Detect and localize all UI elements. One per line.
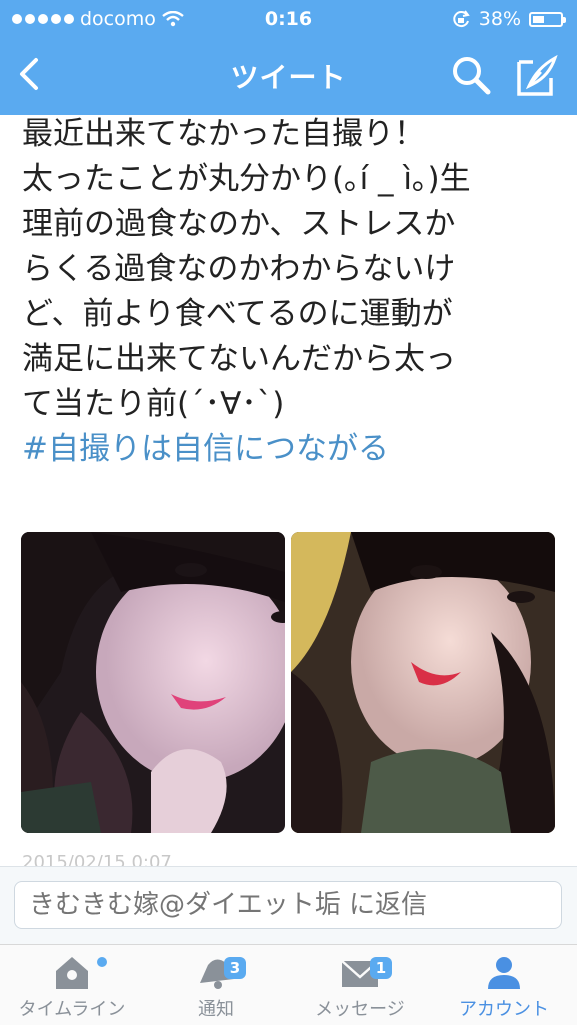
reply-bar (0, 866, 577, 945)
search-icon[interactable] (450, 54, 492, 96)
tweet-line: ど、前より食べてるのに運動が (22, 296, 453, 332)
compose-icon[interactable] (515, 54, 559, 98)
battery-percent: 38% (478, 8, 521, 30)
message-badge: 1 (370, 957, 392, 979)
header: docomo 0:16 38% ツイート (0, 0, 577, 115)
hashtag-link[interactable]: #自撮りは自信につながる (22, 427, 557, 472)
tab-messages[interactable]: 1 メッセージ (288, 945, 432, 1025)
tweet-line: 太ったことが丸分かり(｡í _ ì｡)生 (22, 161, 471, 197)
tab-notifications[interactable]: 3 通知 (144, 945, 288, 1025)
tab-label: タイムライン (18, 999, 126, 1020)
tweet-line: て当たり前(´･∀･`) (22, 386, 285, 422)
tweet-timestamp: 2015/02/15 0:07 (22, 852, 172, 866)
tab-timeline[interactable]: タイムライン (0, 945, 144, 1025)
timeline-new-dot (97, 957, 107, 967)
tweet-photo-1[interactable] (21, 532, 285, 833)
tweet-body: 最近出来てなかった自撮り！ 太ったことが丸分かり(｡í _ ì｡)生 理前の過食… (22, 112, 557, 472)
tweet-line: 最近出来てなかった自撮り！ (22, 116, 425, 152)
tab-label: メッセージ (315, 999, 405, 1020)
tweet-line: らくる過食なのかわからないけ (22, 251, 456, 287)
notification-badge: 3 (224, 957, 246, 979)
person-icon (488, 957, 520, 989)
home-icon (56, 957, 88, 989)
tweet-line: 満足に出来てないんだから太っ (22, 341, 456, 377)
tab-label: 通知 (198, 999, 234, 1020)
status-bar: docomo 0:16 38% (0, 0, 577, 38)
rotation-lock-icon (453, 10, 470, 28)
reply-input[interactable] (14, 881, 562, 929)
tab-bar: タイムライン 3 通知 1 メッセージ アカウント (0, 944, 577, 1025)
tab-account[interactable]: アカウント (432, 945, 576, 1025)
nav-bar: ツイート (0, 40, 577, 112)
tweet-line: 理前の過食なのか、ストレスか (22, 206, 456, 242)
tweet-photo-2[interactable] (291, 532, 555, 833)
tab-label: アカウント (459, 999, 549, 1020)
battery-icon (529, 11, 566, 27)
